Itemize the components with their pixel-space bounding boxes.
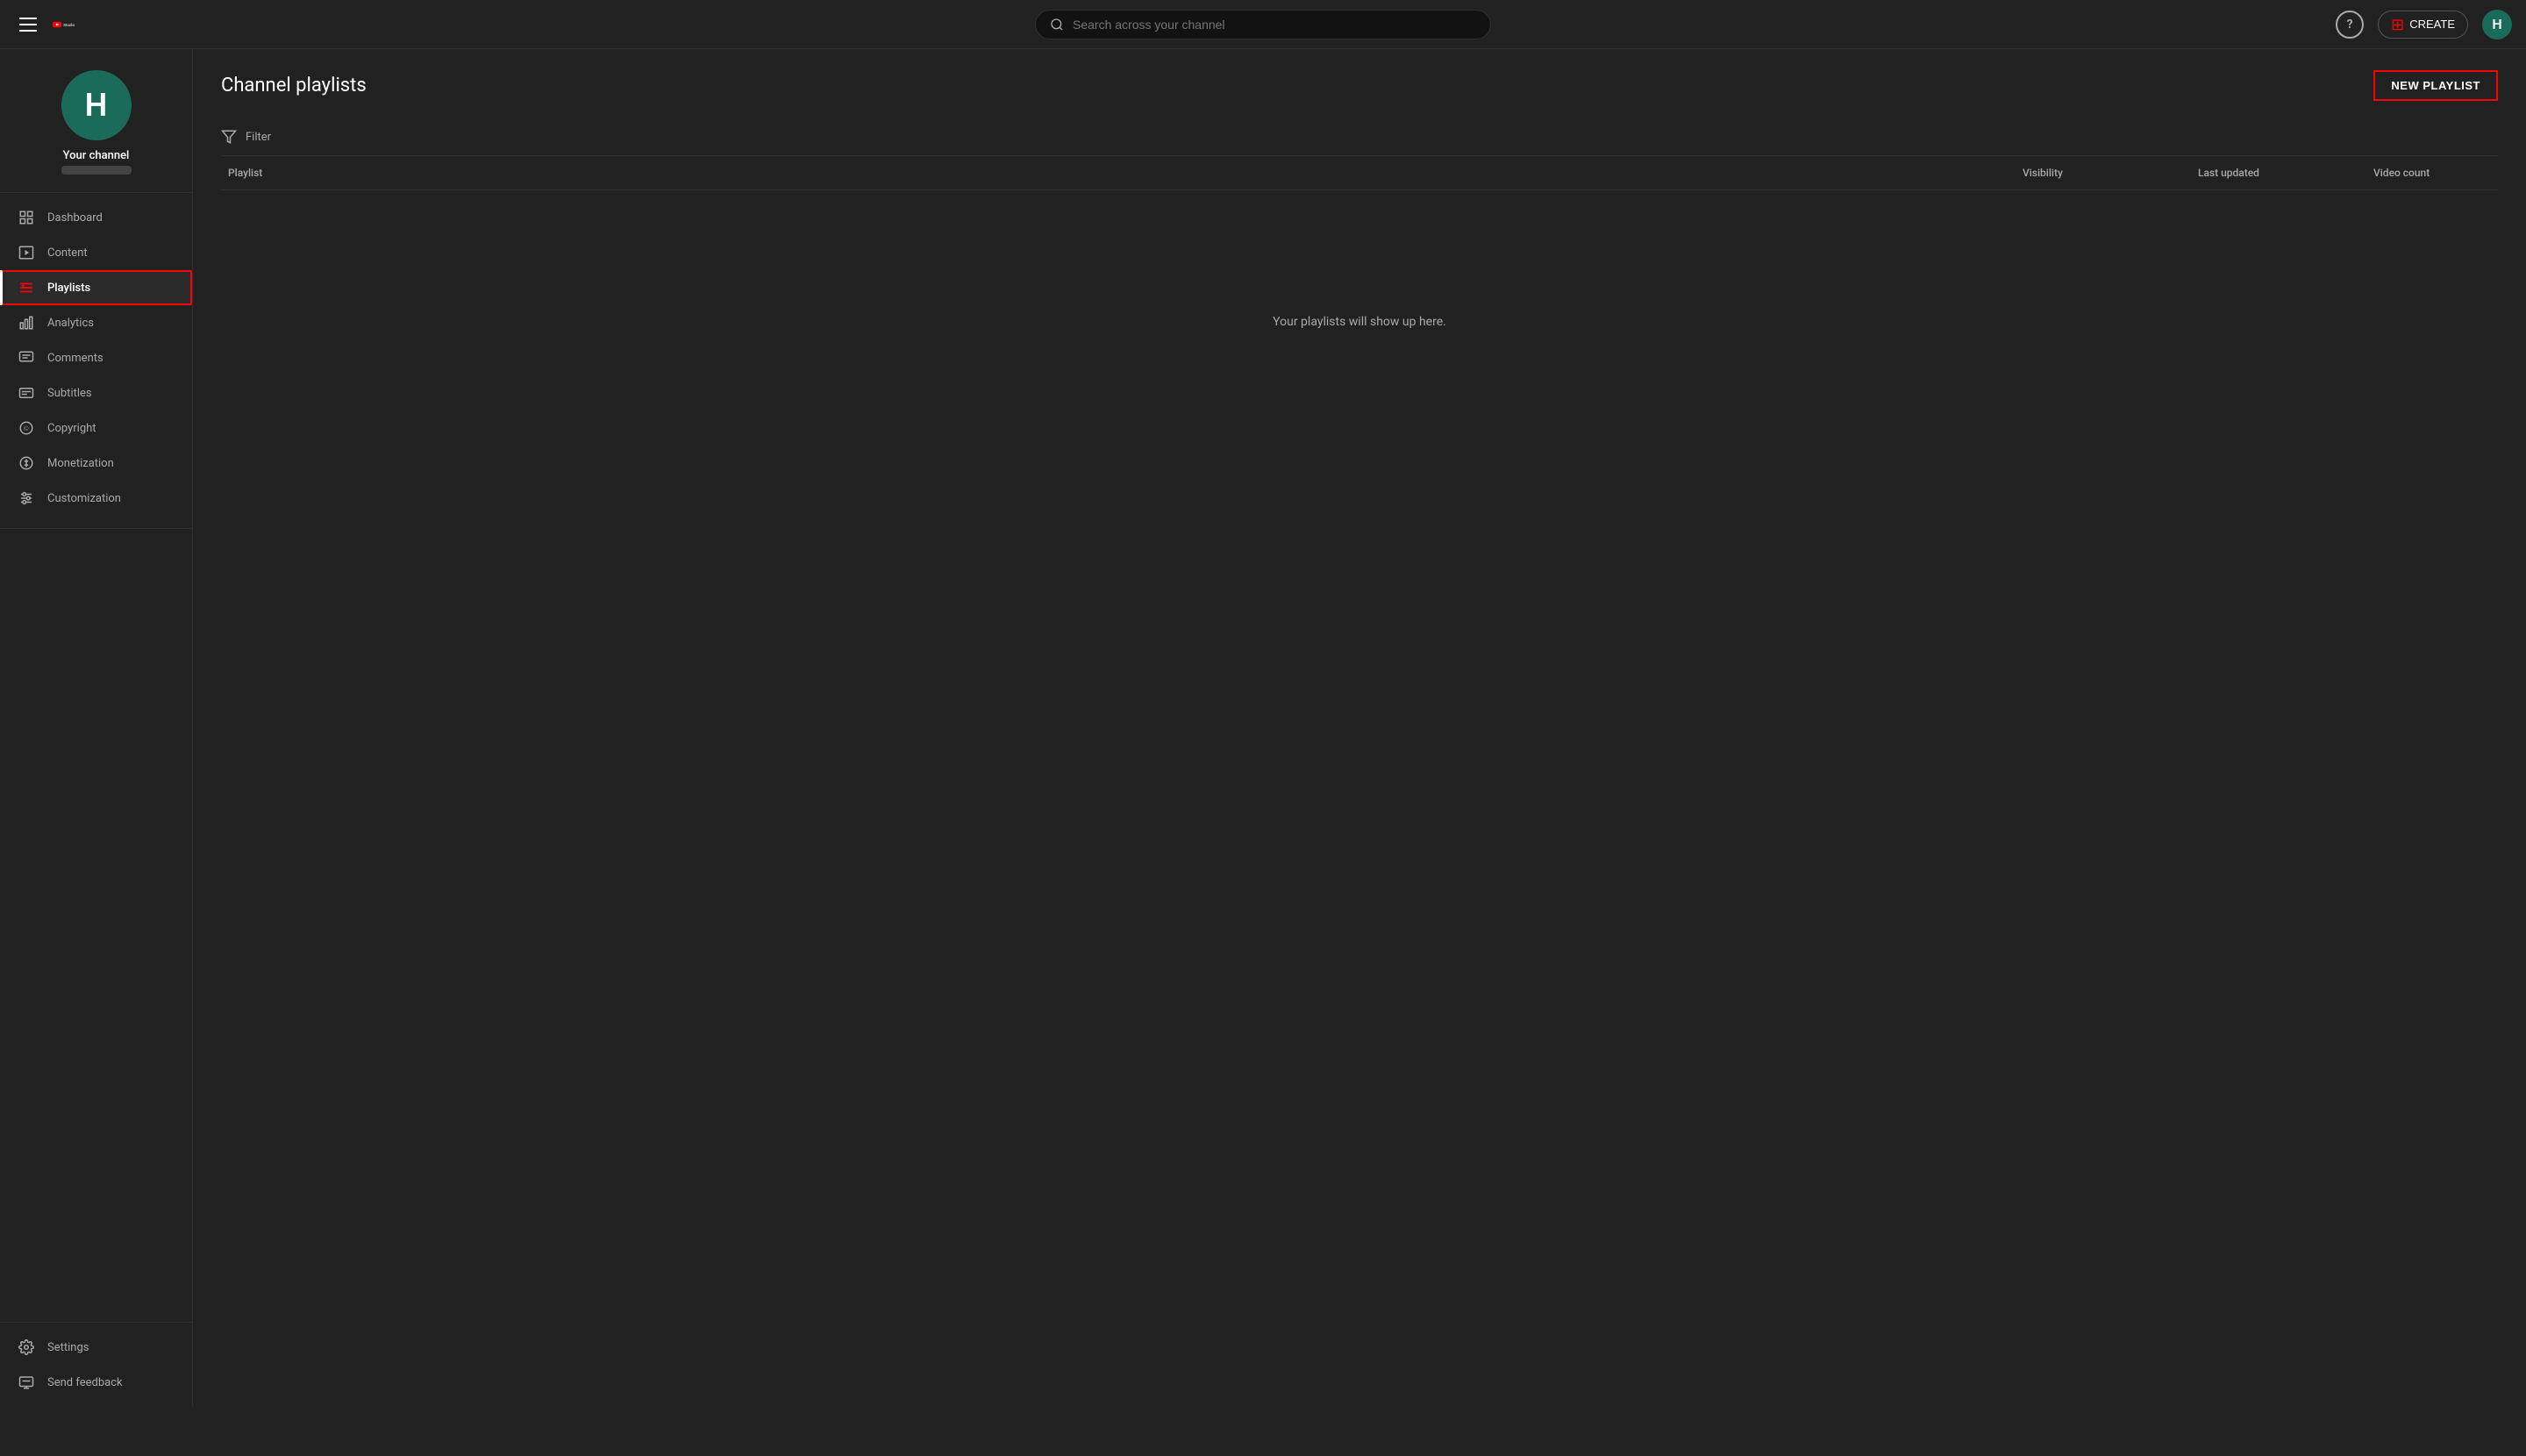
monetization-icon bbox=[18, 454, 35, 472]
search-input[interactable] bbox=[1073, 18, 1476, 32]
sidebar-label-analytics: Analytics bbox=[47, 317, 94, 330]
layout: H Your channel Dashboard bbox=[0, 49, 2526, 1407]
col-last-updated: Last updated bbox=[2191, 167, 2366, 179]
create-button[interactable]: ⊞ CREATE bbox=[2378, 11, 2468, 39]
create-icon: ⊞ bbox=[2391, 17, 2404, 32]
page-title: Channel playlists bbox=[221, 75, 367, 96]
hamburger-menu[interactable] bbox=[14, 12, 42, 37]
sidebar-item-copyright[interactable]: © Copyright bbox=[0, 410, 192, 446]
sidebar-item-analytics[interactable]: Analytics bbox=[0, 305, 192, 340]
sidebar: H Your channel Dashboard bbox=[0, 49, 193, 1407]
customization-icon bbox=[18, 489, 35, 507]
svg-text:©: © bbox=[24, 425, 29, 432]
settings-icon bbox=[18, 1338, 35, 1356]
filter-bar: Filter bbox=[221, 118, 2498, 156]
header: Studio ? ⊞ CREATE H bbox=[0, 0, 2526, 49]
svg-text:Studio: Studio bbox=[63, 22, 75, 26]
sidebar-item-content[interactable]: Content bbox=[0, 235, 192, 270]
logo[interactable]: Studio bbox=[53, 15, 81, 34]
new-playlist-button[interactable]: NEW PLAYLIST bbox=[2373, 70, 2498, 101]
sidebar-bottom: Settings Send feedback bbox=[0, 1322, 192, 1407]
help-button[interactable]: ? bbox=[2336, 11, 2364, 39]
table-header: Playlist Visibility Last updated Video c… bbox=[221, 156, 2498, 190]
sidebar-label-playlists: Playlists bbox=[47, 282, 90, 295]
avatar[interactable]: H bbox=[2482, 10, 2512, 39]
playlists-icon bbox=[18, 279, 35, 296]
channel-info: H Your channel bbox=[0, 49, 192, 193]
channel-avatar[interactable]: H bbox=[61, 70, 132, 140]
search-icon bbox=[1050, 18, 1064, 32]
comments-icon bbox=[18, 349, 35, 367]
sidebar-item-monetization[interactable]: Monetization bbox=[0, 446, 192, 481]
col-video-count: Video count bbox=[2366, 167, 2498, 179]
content-icon bbox=[18, 244, 35, 261]
sidebar-item-subtitles[interactable]: Subtitles bbox=[0, 375, 192, 410]
analytics-icon bbox=[18, 314, 35, 332]
sidebar-label-content: Content bbox=[47, 246, 88, 260]
feedback-icon bbox=[18, 1374, 35, 1391]
col-visibility: Visibility bbox=[2016, 167, 2191, 179]
sidebar-label-feedback: Send feedback bbox=[47, 1376, 123, 1389]
header-center bbox=[207, 10, 2319, 39]
sidebar-label-customization: Customization bbox=[47, 492, 121, 505]
empty-state: Your playlists will show up here. bbox=[221, 190, 2498, 453]
copyright-icon: © bbox=[18, 419, 35, 437]
subtitles-icon bbox=[18, 384, 35, 402]
sidebar-item-dashboard[interactable]: Dashboard bbox=[0, 200, 192, 235]
search-bar bbox=[1035, 10, 1491, 39]
sidebar-item-playlists[interactable]: Playlists bbox=[0, 270, 192, 305]
sidebar-label-settings: Settings bbox=[47, 1341, 89, 1354]
channel-name-blur bbox=[61, 166, 132, 175]
sidebar-label-dashboard: Dashboard bbox=[47, 211, 103, 225]
sidebar-label-monetization: Monetization bbox=[47, 457, 114, 470]
empty-message: Your playlists will show up here. bbox=[1273, 315, 1446, 329]
dashboard-icon bbox=[18, 209, 35, 226]
sidebar-label-comments: Comments bbox=[47, 352, 103, 365]
youtube-studio-logo: Studio bbox=[53, 15, 81, 34]
col-playlist: Playlist bbox=[221, 167, 2016, 179]
sidebar-divider bbox=[0, 528, 192, 529]
header-right: ? ⊞ CREATE H bbox=[2319, 10, 2512, 39]
filter-label[interactable]: Filter bbox=[246, 131, 271, 144]
sidebar-item-settings[interactable]: Settings bbox=[0, 1330, 192, 1365]
channel-label: Your channel bbox=[63, 149, 130, 162]
filter-icon bbox=[221, 129, 237, 145]
page-header: Channel playlists NEW PLAYLIST bbox=[221, 70, 2498, 101]
header-left: Studio bbox=[14, 12, 207, 37]
sidebar-label-subtitles: Subtitles bbox=[47, 387, 92, 400]
nav-section: Dashboard Content bbox=[0, 193, 192, 523]
main-content: Channel playlists NEW PLAYLIST Filter Pl… bbox=[193, 49, 2526, 1407]
sidebar-item-customization[interactable]: Customization bbox=[0, 481, 192, 516]
sidebar-item-comments[interactable]: Comments bbox=[0, 340, 192, 375]
create-label: CREATE bbox=[2409, 18, 2455, 31]
sidebar-item-feedback[interactable]: Send feedback bbox=[0, 1365, 192, 1400]
sidebar-label-copyright: Copyright bbox=[47, 422, 96, 435]
